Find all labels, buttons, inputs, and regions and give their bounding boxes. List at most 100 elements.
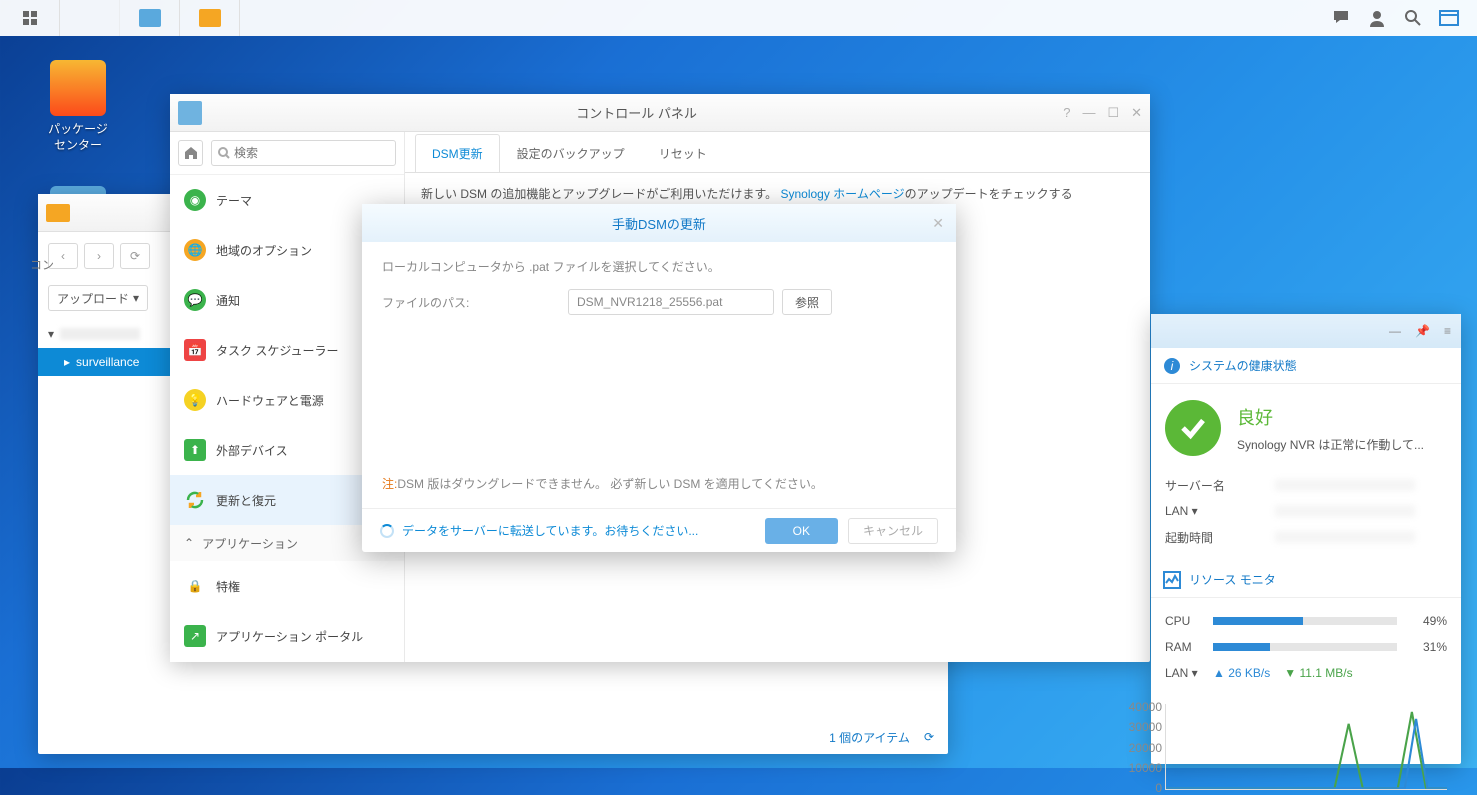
calendar-icon: 📅 (184, 339, 206, 361)
nav-refresh-button[interactable]: ⟳ (120, 243, 150, 269)
taskbar-spacer (60, 0, 120, 36)
tab-label: リセット (659, 147, 707, 161)
upload-button[interactable]: アップロード ▾ (48, 285, 148, 311)
cpu-row: CPU 49% (1165, 608, 1447, 634)
taskbar-app-file-station[interactable] (180, 0, 240, 36)
redacted-value (1275, 531, 1415, 543)
resource-section-title: リソース モニタ (1151, 562, 1461, 598)
search-input[interactable] (234, 146, 389, 160)
minimize-button[interactable]: — (1082, 105, 1095, 121)
window-titlebar[interactable]: コントロール パネル ? — ☐ ✕ (170, 94, 1150, 132)
fs-footer: 1 個のアイテム ⟳ (815, 720, 948, 754)
file-station-icon (199, 9, 221, 27)
lan-row[interactable]: LAN ▾ ▲ 26 KB/s ▼ 11.1 MB/s (1165, 660, 1447, 686)
dialog-footer: データをサーバーに転送しています。お待ちください... OK キャンセル (362, 508, 956, 552)
refresh-icon[interactable]: ⟳ (924, 730, 934, 744)
svg-text:i: i (1171, 359, 1174, 373)
chevron-right-icon: ▸ (64, 355, 70, 369)
manual-dsm-update-dialog: 手動DSMの更新 ✕ ローカルコンピュータから .pat ファイルを選択してくだ… (362, 204, 956, 552)
cp-search[interactable] (211, 140, 396, 166)
home-icon (184, 146, 198, 160)
sidebar-item-privileges[interactable]: 🔒 特権 (170, 561, 404, 611)
desktop-icon-package-center[interactable]: パッケージ センター (42, 60, 114, 153)
cp-top (170, 132, 404, 175)
lock-icon: 🔒 (184, 575, 206, 597)
sidebar-item-label: 通知 (216, 292, 240, 309)
cancel-button[interactable]: キャンセル (848, 518, 938, 544)
ytick: 0 (1122, 781, 1162, 795)
taskbar-app-control-panel[interactable] (120, 0, 180, 36)
menu-button[interactable]: ≡ (1444, 324, 1451, 338)
sidebar-item-label: ハードウェアと電源 (216, 392, 324, 409)
globe-icon: 🌐 (184, 239, 206, 261)
desktop-icon-label: パッケージ センター (42, 122, 114, 153)
health-check-icon (1165, 400, 1221, 456)
sidebar-item-label: 地域のオプション (216, 242, 312, 259)
kv-key: サーバー名 (1165, 477, 1275, 494)
health-section-title: i システムの健康状態 (1151, 348, 1461, 384)
search-button[interactable] (1395, 0, 1431, 36)
tab-dsm-update[interactable]: DSM更新 (415, 134, 500, 172)
close-button[interactable]: ✕ (1131, 105, 1142, 121)
user-menu-button[interactable] (1359, 0, 1395, 36)
file-path-row: ファイルのパス: 参照 (382, 289, 936, 315)
sidebar-item-portal[interactable]: ↗アプリケーション ポータル (170, 611, 404, 661)
maximize-button[interactable]: ☐ (1107, 105, 1119, 121)
path-trunc: コン (20, 256, 64, 281)
widgets-panel: — 📌 ≡ i システムの健康状態 良好 Synology NVR は正常に作動… (1151, 314, 1461, 764)
minimize-button[interactable]: — (1389, 324, 1401, 338)
sidebar-item-label: 特権 (216, 578, 240, 595)
search-icon (1404, 9, 1422, 27)
ram-bar (1213, 643, 1397, 651)
kv-row-uptime: 起動時間 (1165, 524, 1447, 550)
device-icon: ⬆ (184, 439, 206, 461)
chat-icon (1332, 9, 1350, 27)
notifications-button[interactable] (1323, 0, 1359, 36)
dialog-note: 注:DSM 版はダウングレードできません。 必ず新しい DSM を適用してくださ… (382, 475, 936, 492)
window-controls: ? — ☐ ✕ (1063, 105, 1142, 121)
sidebar-item-label: アプリケーション ポータル (216, 628, 363, 645)
sidebar-item-label: 外部デバイス (216, 442, 288, 459)
note-text: DSM 版はダウングレードできません。 必ず新しい DSM を適用してください。 (397, 477, 823, 491)
dialog-close-button[interactable]: ✕ (932, 215, 944, 232)
file-station-icon (46, 204, 70, 222)
pin-button[interactable]: 📌 (1415, 324, 1430, 338)
taskbar (0, 0, 1477, 36)
dialog-body: ローカルコンピュータから .pat ファイルを選択してください。 ファイルのパス… (362, 242, 956, 508)
synology-homepage-link[interactable]: Synology ホームページ (780, 187, 904, 201)
ok-button[interactable]: OK (765, 518, 838, 544)
widgets-button[interactable] (1431, 0, 1467, 36)
control-panel-icon (178, 101, 202, 125)
kv-key: LAN ▾ (1165, 504, 1275, 518)
cp-tabs: DSM更新 設定のバックアップ リセット (405, 132, 1150, 172)
main-menu-button[interactable] (0, 0, 60, 36)
nav-forward-button[interactable]: › (84, 243, 114, 269)
chat-icon: 💬 (184, 289, 206, 311)
file-path-label: ファイルのパス: (382, 294, 568, 311)
cpu-bar-fill (1213, 617, 1303, 625)
file-path-input[interactable] (568, 289, 774, 315)
item-count: 1 個のアイテム (829, 729, 910, 746)
home-button[interactable] (178, 140, 203, 166)
apps-icon (22, 10, 38, 26)
help-button[interactable]: ? (1063, 105, 1070, 121)
info-icon: i (1163, 357, 1181, 375)
status-text: データをサーバーに転送しています。お待ちください... (402, 522, 698, 539)
dialog-status: データをサーバーに転送しています。お待ちください... (380, 522, 698, 539)
tab-reset[interactable]: リセット (642, 134, 724, 172)
tab-backup[interactable]: 設定のバックアップ (500, 134, 642, 172)
dialog-header[interactable]: 手動DSMの更新 ✕ (362, 204, 956, 242)
user-icon (1368, 9, 1386, 27)
tab-label: DSM更新 (432, 147, 483, 161)
redacted-name (60, 328, 140, 340)
chevron-down-icon: ▾ (133, 291, 139, 305)
browse-button[interactable]: 参照 (782, 289, 832, 315)
redacted-value (1275, 505, 1415, 517)
cpu-label: CPU (1165, 614, 1203, 628)
kv-row-lan[interactable]: LAN ▾ (1165, 498, 1447, 524)
spinner-icon (380, 524, 394, 538)
chart-svg (1166, 704, 1447, 789)
system-info: サーバー名 LAN ▾ 起動時間 (1151, 472, 1461, 556)
widgets-header[interactable]: — 📌 ≡ (1151, 314, 1461, 348)
kv-key: 起動時間 (1165, 529, 1275, 546)
